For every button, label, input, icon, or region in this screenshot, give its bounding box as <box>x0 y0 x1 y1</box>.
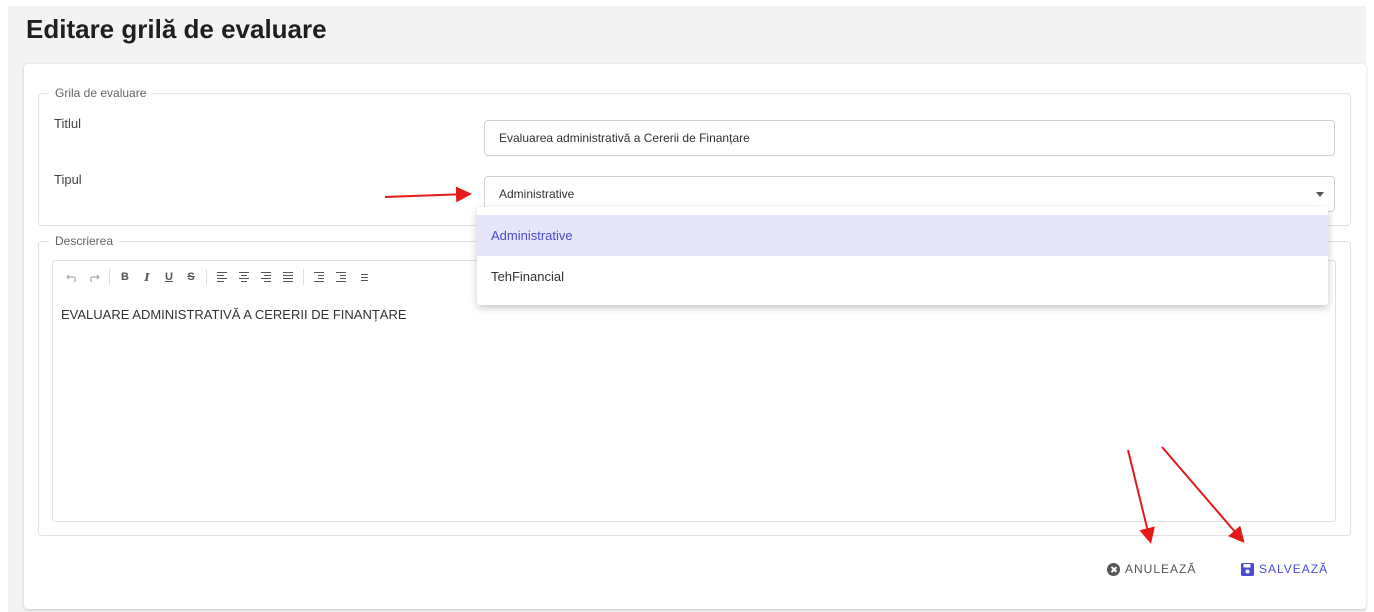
align-center-icon[interactable] <box>233 266 255 288</box>
grila-legend: Grila de evaluare <box>55 86 147 100</box>
bullet-list-icon[interactable] <box>352 266 374 288</box>
type-label: Tipul <box>54 172 82 187</box>
dropdown-option-administrative[interactable]: Administrative <box>477 215 1328 256</box>
dropdown-caret-icon <box>1316 192 1324 197</box>
editor-content: EVALUARE ADMINISTRATIVĂ A CERERII DE FIN… <box>61 307 407 322</box>
close-circle-icon <box>1107 562 1120 576</box>
indent-icon[interactable] <box>308 266 330 288</box>
bold-button[interactable]: B <box>114 266 136 288</box>
title-input[interactable]: Evaluarea administrativă a Cererii de Fi… <box>484 120 1335 156</box>
align-left-icon[interactable] <box>211 266 233 288</box>
dropdown-option-tehfinancial[interactable]: TehFinancial <box>477 256 1328 297</box>
underline-button[interactable]: U <box>158 266 180 288</box>
undo-icon[interactable] <box>61 266 83 288</box>
type-dropdown-menu: Administrative TehFinancial <box>477 207 1328 305</box>
toolbar-divider <box>109 269 110 285</box>
align-justify-icon[interactable] <box>277 266 299 288</box>
floppy-disk-icon <box>1241 562 1254 576</box>
edit-form-card: Grila de evaluare Titlul Evaluarea admin… <box>24 64 1366 609</box>
description-legend: Descrierea <box>55 234 114 248</box>
outdent-icon[interactable] <box>330 266 352 288</box>
cancel-button[interactable]: ANULEAZĂ <box>1107 562 1196 576</box>
toolbar-divider <box>303 269 304 285</box>
title-input-value: Evaluarea administrativă a Cererii de Fi… <box>499 131 750 145</box>
cancel-button-label: ANULEAZĂ <box>1125 562 1197 576</box>
page-background: Editare grilă de evaluare Grila de evalu… <box>8 6 1366 612</box>
save-button[interactable]: SALVEAZĂ <box>1241 562 1328 576</box>
title-label: Titlul <box>54 116 81 131</box>
save-button-label: SALVEAZĂ <box>1259 562 1329 576</box>
align-right-icon[interactable] <box>255 266 277 288</box>
strikethrough-button[interactable]: S <box>180 266 202 288</box>
type-select-value: Administrative <box>499 187 575 201</box>
toolbar-divider <box>206 269 207 285</box>
page-title: Editare grilă de evaluare <box>26 14 327 44</box>
italic-button[interactable]: I <box>136 266 158 288</box>
redo-icon[interactable] <box>83 266 105 288</box>
